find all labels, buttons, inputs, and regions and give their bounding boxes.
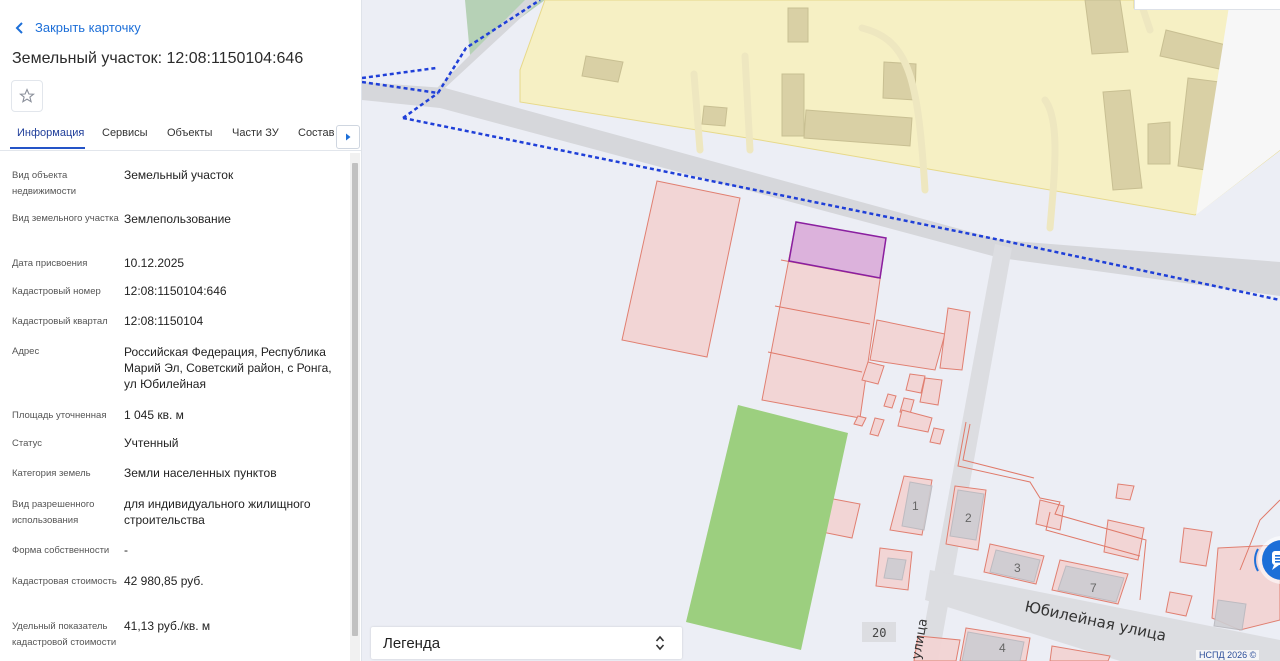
label-permitted-use: Вид разрешенного использования	[12, 499, 95, 526]
house-number-3: 3	[1014, 561, 1021, 575]
value-status: Учтенный	[124, 436, 179, 450]
favorite-button[interactable]	[11, 80, 43, 112]
scrollbar-thumb[interactable]	[352, 163, 358, 636]
label-area: Площадь уточненная	[12, 410, 107, 421]
label-ownership: Форма собственности	[12, 545, 110, 556]
house-number-2: 2	[965, 511, 972, 525]
value-ownership: -	[124, 543, 128, 557]
chat-button[interactable]	[1254, 535, 1280, 585]
tab-services[interactable]: Сервисы	[102, 127, 148, 139]
value-address: Российская Федерация, Республика Марий Э…	[124, 345, 332, 391]
chat-icon	[1254, 536, 1280, 584]
label-address: Адрес	[12, 346, 40, 357]
legend-selector[interactable]: Легенда	[371, 627, 682, 659]
active-tab-indicator	[10, 147, 85, 149]
label-assign-date: Дата присвоения	[12, 258, 88, 269]
label-cadastral-block: Кадастровый квартал	[12, 316, 108, 327]
value-parcel-type: Землепользование	[124, 212, 231, 226]
label-cadastral-number: Кадастровый номер	[12, 286, 101, 297]
caret-right-icon	[346, 133, 351, 141]
value-object-type: Земельный участок	[124, 168, 234, 182]
page-title: Земельный участок: 12:08:1150104:646	[12, 50, 304, 67]
label-object-type: Вид объекта недвижимости	[12, 170, 77, 197]
tab-objects[interactable]: Объекты	[167, 127, 212, 139]
label-specific-value: Удельный показатель кадастровой стоимост…	[12, 621, 117, 648]
value-permitted-use: для индивидуального жилищного строительс…	[124, 497, 311, 527]
value-specific-value: 41,13 руб./кв. м	[124, 619, 211, 633]
info-panel: Закрыть карточку Земельный участок: 12:0…	[0, 0, 362, 661]
label-cadastral-value: Кадастровая стоимость	[12, 576, 117, 587]
value-land-category: Земли населенных пунктов	[124, 466, 277, 480]
house-number-4: 4	[999, 641, 1006, 655]
tab-bar: Информация Сервисы Объекты Части ЗУ Сост…	[0, 118, 361, 151]
value-assign-date: 10.12.2025	[124, 256, 185, 270]
label-status: Статус	[12, 438, 43, 449]
sort-arrows-icon	[655, 635, 665, 651]
value-cadastral-value: 42 980,85 руб.	[124, 574, 204, 588]
close-card-link[interactable]: Закрыть карточку	[14, 20, 141, 35]
tab-info[interactable]: Информация	[17, 127, 84, 139]
copyright: НСПД 2026 ©	[1196, 650, 1260, 660]
tab-parts[interactable]: Части ЗУ	[232, 127, 279, 139]
house-number-1: 1	[912, 499, 919, 513]
label-parcel-type: Вид земельного участка	[12, 213, 119, 224]
chevron-left-icon	[15, 21, 23, 34]
star-icon	[19, 88, 35, 103]
value-cadastral-number: 12:08:1150104:646	[124, 284, 227, 298]
house-number-20: 20	[872, 626, 886, 640]
house-number-7: 7	[1090, 581, 1097, 595]
map-top-box	[1134, 0, 1280, 10]
label-land-category: Категория земель	[12, 468, 91, 479]
legend-label: Легенда	[383, 635, 441, 652]
close-card-label: Закрыть карточку	[35, 20, 141, 35]
value-cadastral-block: 12:08:1150104	[124, 314, 204, 328]
tab-composition[interactable]: Состав	[298, 127, 334, 139]
tabs-next-button[interactable]	[336, 125, 360, 149]
value-area: 1 045 кв. м	[124, 408, 184, 422]
